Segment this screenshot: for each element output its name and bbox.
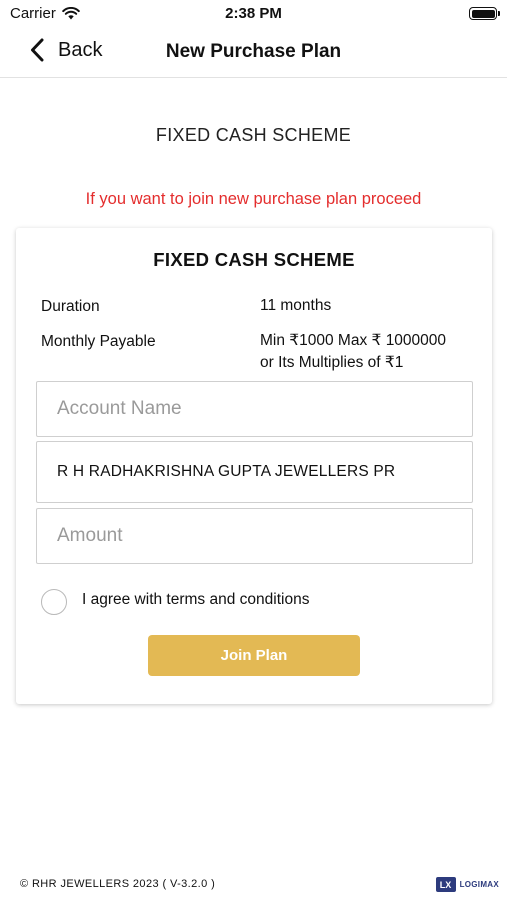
status-bar: Carrier 2:38 PM — [0, 0, 507, 28]
logimax-logo: LX LOGIMAX — [435, 877, 499, 892]
status-time: 2:38 PM — [225, 5, 282, 22]
scheme-card: FIXED CASH SCHEME Duration 11 months Mon… — [16, 228, 492, 704]
monthly-payable-multiple: or Its Multiplies of ₹1 — [260, 354, 404, 371]
account-name-field[interactable] — [36, 381, 473, 437]
navigation-bar: Back New Purchase Plan — [0, 28, 507, 78]
terms-radio[interactable] — [41, 589, 67, 615]
amount-input[interactable] — [57, 525, 472, 547]
monthly-payable-label: Monthly Payable — [41, 333, 156, 350]
account-holder-field[interactable]: R H RADHAKRISHNA GUPTA JEWELLERS PR — [36, 441, 473, 503]
amount-field[interactable] — [36, 508, 473, 564]
monthly-payable-value: Min ₹1000 Max ₹ 1000000 or Its Multiplie… — [260, 330, 446, 374]
logo-text: LOGIMAX — [459, 880, 499, 889]
duration-value: 11 months — [260, 297, 332, 314]
account-holder-value: R H RADHAKRISHNA GUPTA JEWELLERS PR — [57, 463, 396, 480]
monthly-payable-range: Min ₹1000 Max ₹ 1000000 — [260, 332, 447, 349]
terms-agreement-row[interactable]: I agree with terms and conditions — [41, 585, 309, 615]
account-name-input[interactable] — [57, 398, 472, 420]
terms-label: I agree with terms and conditions — [82, 591, 310, 608]
join-plan-button[interactable]: Join Plan — [148, 635, 360, 676]
card-title: FIXED CASH SCHEME — [153, 249, 355, 270]
footer-copyright: © RHR JEWELLERS 2023 ( V-3.2.0 ) — [20, 878, 216, 890]
battery-level — [471, 9, 495, 18]
scheme-heading: FIXED CASH SCHEME — [155, 125, 352, 145]
battery-icon — [469, 7, 500, 20]
duration-label: Duration — [41, 298, 100, 315]
join-message: If you want to join new purchase plan pr… — [85, 190, 422, 208]
page-title: New Purchase Plan — [165, 41, 342, 62]
logo-mark: LX — [435, 877, 456, 892]
